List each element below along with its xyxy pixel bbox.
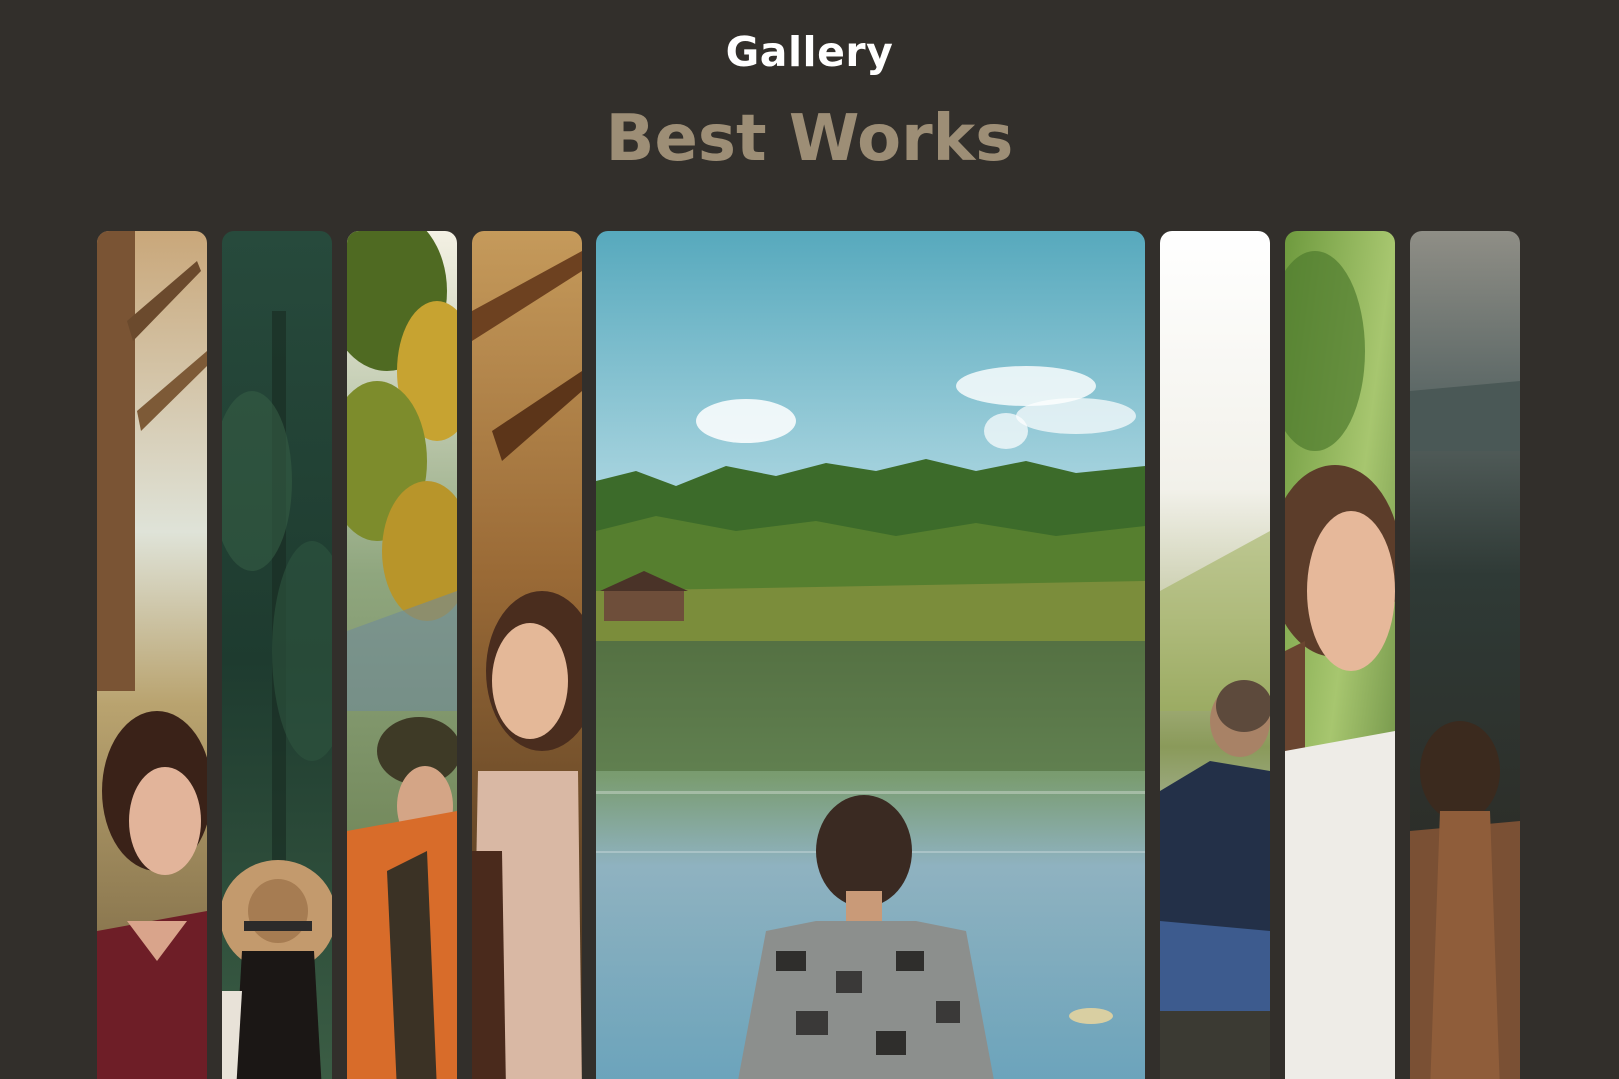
photo-boy-lake-reflection bbox=[596, 231, 1145, 1079]
photo-woman-dusk-mountains bbox=[1410, 231, 1520, 1079]
gallery-item-5-expanded[interactable] bbox=[596, 231, 1145, 1079]
gallery-item-6[interactable] bbox=[1160, 231, 1270, 1079]
gallery-page: Gallery Best Works bbox=[0, 0, 1619, 1079]
gallery-item-4[interactable] bbox=[472, 231, 582, 1079]
photo-woman-red-sweater-trees bbox=[97, 231, 207, 1079]
photo-man-beanie-orange-jacket bbox=[347, 231, 457, 1079]
section-title: Best Works bbox=[605, 102, 1014, 176]
photo-woman-turtleneck-autumn bbox=[472, 231, 582, 1079]
gallery-item-3[interactable] bbox=[347, 231, 457, 1079]
section-eyebrow: Gallery bbox=[725, 28, 894, 76]
gallery-item-7[interactable] bbox=[1285, 231, 1395, 1079]
gallery-item-8[interactable] bbox=[1410, 231, 1520, 1079]
gallery-item-1[interactable] bbox=[97, 231, 207, 1079]
photo-woman-straw-hat-forest bbox=[222, 231, 332, 1079]
photo-man-sitting-by-river bbox=[1160, 231, 1270, 1079]
photo-smiling-woman-white-top bbox=[1285, 231, 1395, 1079]
gallery-item-2[interactable] bbox=[222, 231, 332, 1079]
